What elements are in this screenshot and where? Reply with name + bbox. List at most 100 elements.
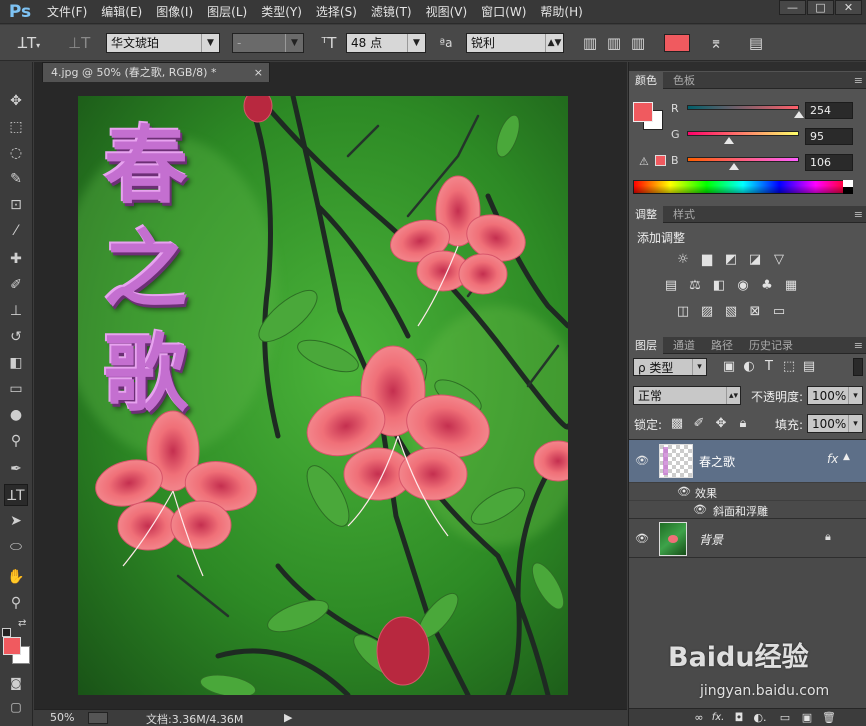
foreground-color-swatch[interactable]: [3, 637, 21, 655]
slider-r[interactable]: [687, 105, 799, 110]
lock-all-icon[interactable]: 🔒︎: [735, 416, 751, 432]
blend-mode-select[interactable]: 正常 ▴▾: [633, 386, 741, 405]
menu-type[interactable]: 类型(Y): [254, 0, 309, 24]
menu-window[interactable]: 窗口(W): [474, 0, 533, 24]
menu-view[interactable]: 视图(V): [419, 0, 475, 24]
gradient-tool-icon[interactable]: ▭: [4, 378, 28, 400]
layer-row-text[interactable]: 👁︎ 春之歌 fx ▲: [629, 440, 866, 482]
stamp-tool-icon[interactable]: ⊥: [4, 300, 28, 322]
exposure-icon[interactable]: ◪: [747, 252, 763, 268]
healing-brush-icon[interactable]: ✚: [4, 248, 28, 270]
fill-input[interactable]: 100% ▾: [807, 414, 863, 433]
new-group-icon[interactable]: ▭: [777, 710, 793, 726]
default-colors-icon[interactable]: [2, 628, 11, 637]
gamut-warning-icon[interactable]: ⚠: [639, 155, 649, 168]
pen-tool-icon[interactable]: ✒: [4, 458, 28, 480]
spectrum-white-swatch[interactable]: [843, 180, 853, 187]
align-left-icon[interactable]: ▥: [580, 33, 600, 53]
slider-r-thumb[interactable]: [793, 111, 804, 118]
status-menu-arrow-icon[interactable]: ▶: [284, 711, 292, 724]
layer-row-background[interactable]: 👁︎ 背景 🔒︎: [629, 518, 866, 558]
hue-saturation-icon[interactable]: ▤: [663, 278, 679, 294]
tab-styles[interactable]: 样式: [667, 206, 701, 223]
color-panel-foreground-swatch[interactable]: [633, 102, 653, 122]
document-tab[interactable]: 4.jpg @ 50% (春之歌, RGB/8) * ×: [42, 62, 270, 82]
filter-pixel-icon[interactable]: ▣: [721, 359, 737, 375]
character-panel-icon[interactable]: ▤: [746, 33, 766, 53]
selective-color-icon[interactable]: ⊠: [747, 304, 763, 320]
ellipse-tool-icon[interactable]: ⬭: [4, 536, 28, 558]
menu-select[interactable]: 选择(S): [309, 0, 364, 24]
effects-eye-icon[interactable]: 👁︎: [677, 485, 691, 498]
menu-edit[interactable]: 编辑(E): [94, 0, 149, 24]
hand-tool-icon[interactable]: ✋: [4, 566, 28, 588]
layer-name[interactable]: 春之歌: [699, 453, 735, 470]
fx-expand-icon[interactable]: ▲: [843, 452, 850, 462]
visibility-eye-icon[interactable]: 👁︎: [635, 532, 649, 545]
gradient-map-icon[interactable]: ▭: [771, 304, 787, 320]
slider-g-thumb[interactable]: [723, 137, 734, 144]
lock-transparency-icon[interactable]: ▩: [669, 416, 685, 432]
font-family-select[interactable]: 华文琥珀 ▼: [106, 33, 220, 53]
lock-position-icon[interactable]: ✥: [713, 416, 729, 432]
tab-swatches[interactable]: 色板: [667, 72, 701, 89]
history-brush-icon[interactable]: ↺: [4, 326, 28, 348]
slider-b-thumb[interactable]: [728, 163, 739, 170]
filter-adjustment-icon[interactable]: ◐: [741, 359, 757, 375]
add-style-icon[interactable]: fx.: [709, 710, 727, 726]
effects-row[interactable]: 👁︎ 效果: [629, 482, 866, 500]
blur-tool-icon[interactable]: ●: [4, 404, 28, 426]
dodge-tool-icon[interactable]: ⚲: [4, 430, 28, 452]
text-color-swatch[interactable]: [664, 34, 690, 52]
layer-name[interactable]: 背景: [699, 531, 723, 548]
lock-pixels-icon[interactable]: ✐: [691, 416, 707, 432]
zoom-level[interactable]: 50%: [50, 711, 74, 724]
filter-type-icon[interactable]: T: [761, 359, 777, 375]
link-layers-icon[interactable]: ∞: [691, 710, 707, 726]
move-tool-icon[interactable]: ✥: [4, 90, 28, 112]
tab-channels[interactable]: 通道: [667, 337, 701, 354]
bevel-eye-icon[interactable]: 👁︎: [693, 503, 707, 516]
align-center-icon[interactable]: ▥: [604, 33, 624, 53]
maximize-button[interactable]: □: [807, 0, 834, 15]
add-mask-icon[interactable]: ◘: [731, 710, 747, 726]
filter-shape-icon[interactable]: ⬚: [781, 359, 797, 375]
value-g[interactable]: 95: [805, 128, 853, 145]
crop-tool-icon[interactable]: ⊡: [4, 194, 28, 216]
font-style-select[interactable]: - ▼: [232, 33, 304, 53]
type-tool-preset-icon[interactable]: ꓕT▾: [16, 33, 42, 53]
eraser-tool-icon[interactable]: ◧: [4, 352, 28, 374]
new-layer-icon[interactable]: ▣: [799, 710, 815, 726]
tab-history[interactable]: 历史记录: [743, 337, 799, 354]
tab-adjustments[interactable]: 调整: [629, 206, 663, 223]
slider-g[interactable]: [687, 131, 799, 136]
spectrum-black-swatch[interactable]: [843, 187, 853, 194]
font-size-select[interactable]: 48 点 ▼: [346, 33, 426, 53]
layer-fx-icon[interactable]: fx: [827, 452, 838, 466]
marquee-tool-icon[interactable]: ⬚: [4, 116, 28, 138]
quick-select-tool-icon[interactable]: ✎: [4, 168, 28, 190]
levels-icon[interactable]: ▆: [699, 252, 715, 268]
visibility-eye-icon[interactable]: 👁︎: [635, 454, 649, 467]
layer-filter-select[interactable]: ρ 类型 ▾: [633, 358, 707, 376]
photo-filter-icon[interactable]: ◉: [735, 278, 751, 294]
gamut-swatch[interactable]: [655, 155, 666, 166]
toggle-orientation-icon[interactable]: ⊥T: [68, 33, 90, 53]
delete-layer-icon[interactable]: 🗑: [821, 710, 837, 726]
brush-tool-icon[interactable]: ✐: [4, 274, 28, 296]
close-button[interactable]: ✕: [835, 0, 862, 15]
panel-menu-icon[interactable]: ≡: [854, 72, 863, 89]
color-lookup-icon[interactable]: ▦: [783, 278, 799, 294]
effect-bevel-row[interactable]: 👁︎ 斜面和浮雕: [629, 500, 866, 518]
screen-mode-icon[interactable]: ▢: [4, 696, 28, 718]
vibrance-icon[interactable]: ▽: [771, 252, 787, 268]
menu-file[interactable]: 文件(F): [40, 0, 94, 24]
filter-toggle[interactable]: [853, 358, 863, 376]
opacity-input[interactable]: 100% ▾: [807, 386, 863, 405]
eyedropper-tool-icon[interactable]: ⁄: [4, 220, 28, 242]
quick-mask-icon[interactable]: ◙: [4, 672, 28, 694]
channel-mixer-icon[interactable]: ♣: [759, 278, 775, 294]
swap-colors-icon[interactable]: ⇄: [18, 618, 26, 629]
curves-icon[interactable]: ◩: [723, 252, 739, 268]
path-select-tool-icon[interactable]: ➤: [4, 510, 28, 532]
